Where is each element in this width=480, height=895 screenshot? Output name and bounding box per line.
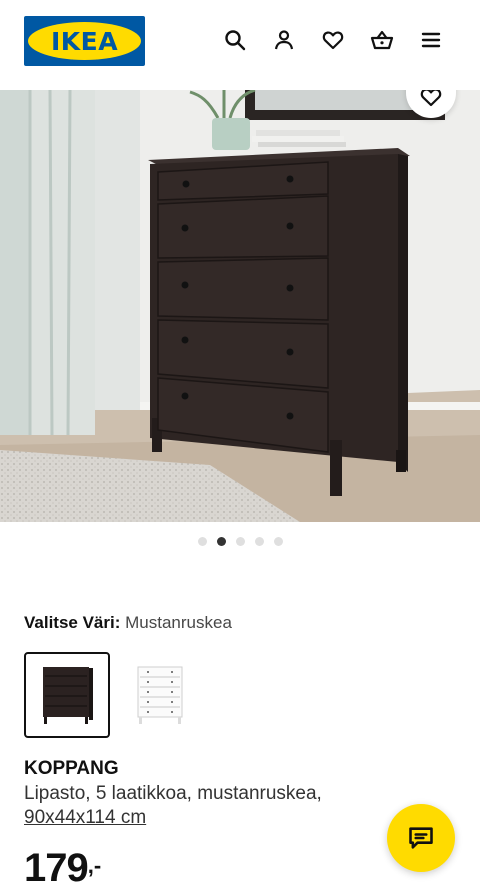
color-label: Valitse Väri: <box>24 613 121 632</box>
product-name: KOPPANG <box>24 758 119 779</box>
gallery-dots <box>0 537 480 546</box>
heart-icon[interactable] <box>317 24 349 56</box>
product-image[interactable] <box>0 90 480 522</box>
gallery-dot[interactable] <box>254 537 264 546</box>
price-main: 179 <box>24 846 89 890</box>
chat-icon <box>409 827 433 849</box>
chest-thumbnail-dark <box>43 667 93 724</box>
color-swatch-black-brown[interactable] <box>24 652 110 738</box>
chat-button[interactable] <box>387 804 455 872</box>
product-photo-illustration <box>0 90 480 522</box>
ikea-logo[interactable]: IKEA <box>24 16 145 66</box>
gallery-dot[interactable] <box>235 537 245 546</box>
chest-thumbnail-white <box>137 666 183 724</box>
logo-text: IKEA <box>50 26 119 56</box>
color-value: Mustanruskea <box>125 613 232 632</box>
heart-icon <box>420 90 442 107</box>
gallery-dot[interactable] <box>273 537 283 546</box>
gallery-dot[interactable] <box>197 537 207 546</box>
search-icon[interactable] <box>219 24 251 56</box>
gallery-dot-active[interactable] <box>216 537 226 546</box>
site-header: IKEA <box>0 0 480 88</box>
user-icon[interactable] <box>268 24 300 56</box>
color-swatch-white[interactable] <box>117 652 203 738</box>
menu-icon[interactable] <box>415 24 447 56</box>
product-price: 179,- <box>24 846 101 891</box>
product-description: Lipasto, 5 laatikkoa, mustanruskea, <box>24 783 322 804</box>
product-dimensions-link[interactable]: 90x44x114 cm <box>24 807 146 829</box>
color-selection-label: Valitse Väri: Mustanruskea <box>24 613 232 633</box>
basket-icon[interactable] <box>366 24 398 56</box>
price-suffix: ,- <box>87 852 102 878</box>
